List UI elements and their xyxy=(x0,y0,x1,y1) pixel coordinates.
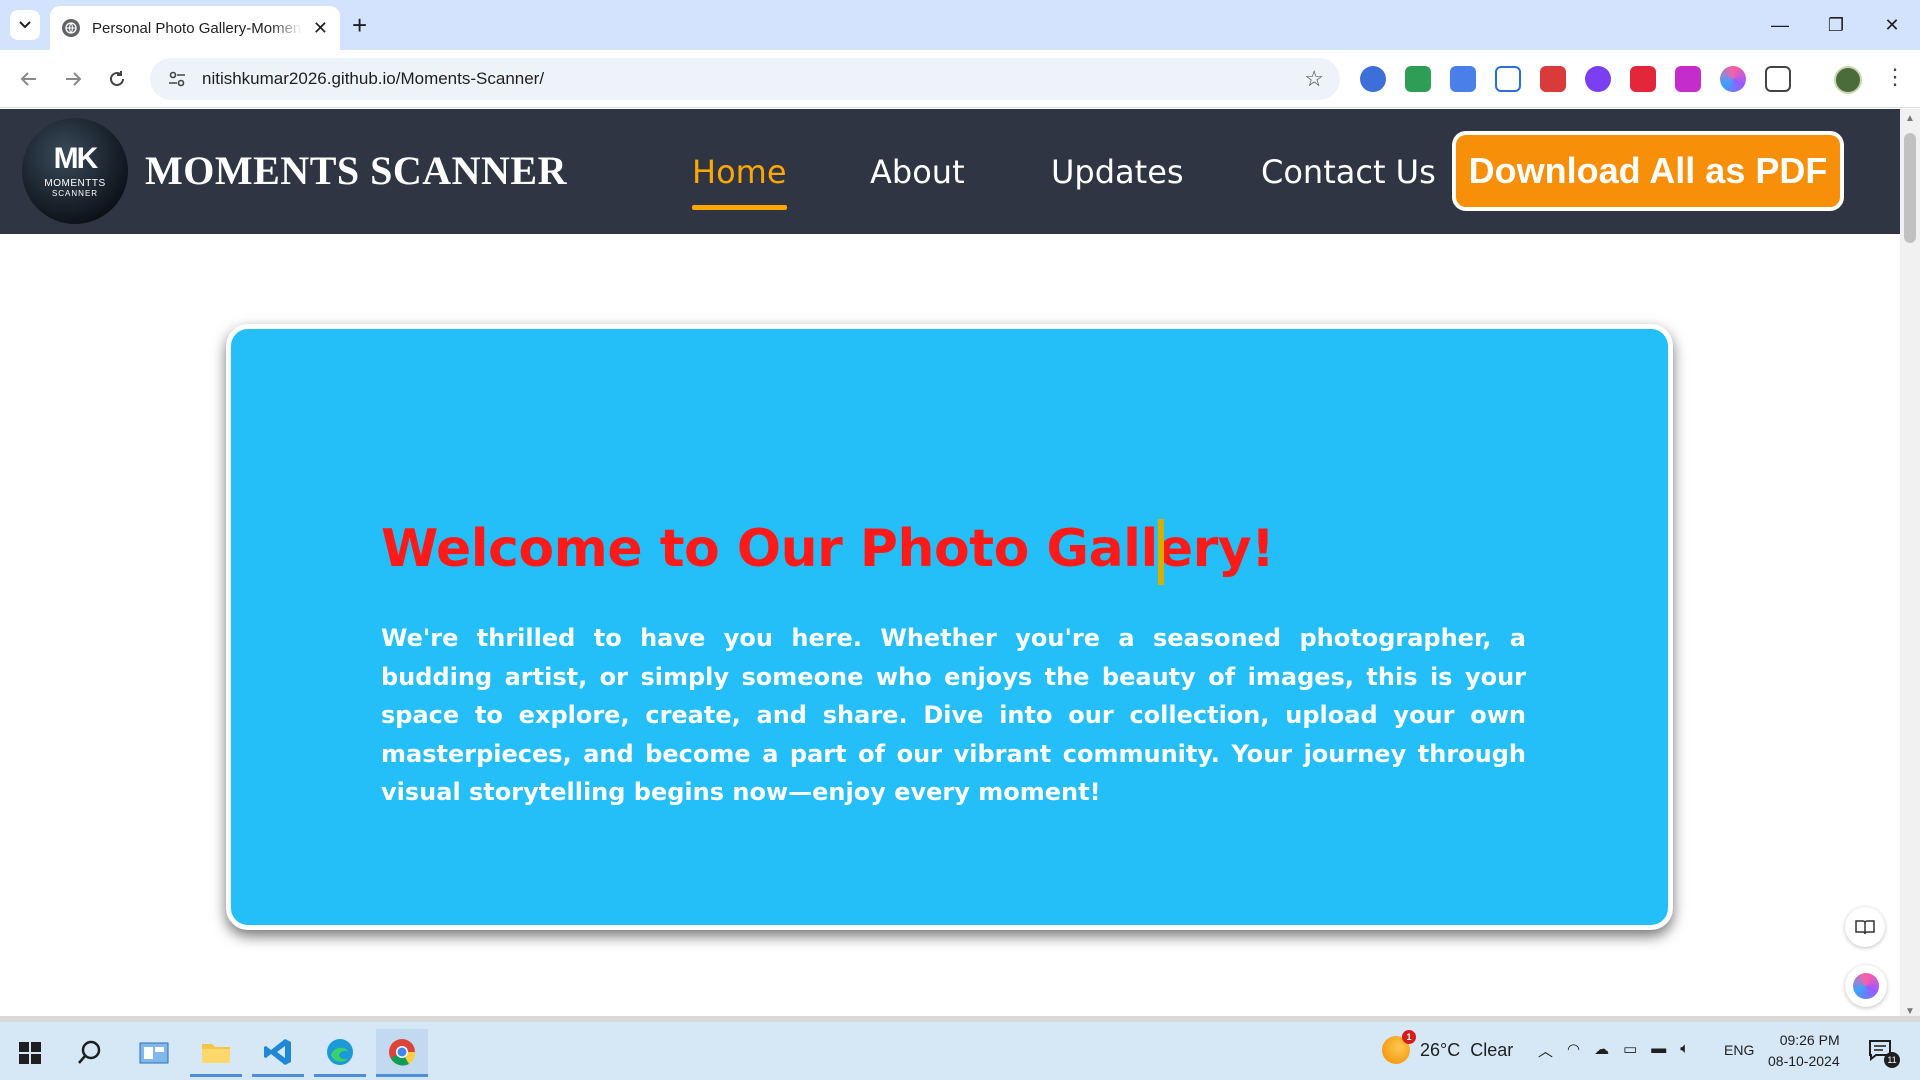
edge-icon xyxy=(327,1038,353,1065)
page-scrollbar[interactable]: ▲ ▼ xyxy=(1900,109,1920,1021)
ai-assistant-icon[interactable] xyxy=(1845,965,1887,1007)
site-name: MOMENTS SCANNER xyxy=(145,148,567,193)
restore-button[interactable]: ❐ xyxy=(1808,0,1864,50)
folder-icon xyxy=(202,1043,230,1063)
start-button[interactable] xyxy=(4,1029,56,1077)
welcome-card: Welcome to Our Photo Gallery! We're thri… xyxy=(226,324,1673,930)
windows-icon xyxy=(19,1042,41,1064)
arrow-right-icon xyxy=(66,72,82,86)
taskbar-clock[interactable]: 09:26 PM 08-10-2024 xyxy=(1768,1030,1840,1072)
weather-temp: 26°C xyxy=(1420,1039,1461,1060)
chrome-button[interactable] xyxy=(376,1029,428,1077)
chrome-icon xyxy=(389,1038,416,1066)
browser-tab[interactable]: Personal Photo Gallery-Moments Scanner ✕ xyxy=(50,6,340,50)
volume-icon[interactable]: 🔈︎ xyxy=(1680,1040,1689,1061)
reload-icon xyxy=(110,71,124,86)
bookmark-star-icon[interactable]: ☆ xyxy=(1304,66,1324,92)
tray-chevron-icon[interactable]: ︿ xyxy=(1538,1040,1553,1061)
site-settings-icon[interactable] xyxy=(166,68,188,90)
tab-search-button[interactable] xyxy=(10,10,40,40)
windows-taskbar: 1 26°C Clear ︿ ◠ ☁ ▭ ▬ 🔈︎ ENG 09:26 PM 0… xyxy=(0,1022,1920,1080)
browser-toolbar: nitishkumar2026.github.io/Moments-Scanne… xyxy=(0,50,1920,108)
notification-count-badge: 11 xyxy=(1884,1052,1900,1068)
site-header: MK MOMENTTS SCANNER MOMENTS SCANNER Home… xyxy=(0,109,1900,234)
extensions-row xyxy=(1360,66,1791,92)
battery-icon[interactable]: ▬ xyxy=(1651,1040,1666,1061)
typing-caret xyxy=(1158,519,1164,585)
file-explorer-button[interactable] xyxy=(190,1029,242,1077)
back-button[interactable] xyxy=(12,62,46,96)
minimize-button[interactable]: — xyxy=(1752,0,1808,50)
logo-text: MOMENTTS xyxy=(44,178,106,189)
nav-about[interactable]: About xyxy=(870,153,965,191)
window-controls: — ❐ ✕ xyxy=(1752,0,1920,50)
close-window-button[interactable]: ✕ xyxy=(1864,0,1920,50)
vscode-button[interactable] xyxy=(252,1029,304,1077)
clock-date: 08-10-2024 xyxy=(1768,1053,1840,1069)
clock-time: 09:26 PM xyxy=(1779,1032,1840,1048)
wifi-icon[interactable]: ◠ xyxy=(1567,1040,1580,1061)
download-extension-icon[interactable] xyxy=(1675,66,1701,92)
onedrive-icon[interactable]: ☁ xyxy=(1594,1040,1609,1061)
search-button[interactable] xyxy=(64,1029,116,1077)
hero-description: We're thrilled to have you here. Whether… xyxy=(381,624,1526,806)
extension-icon[interactable] xyxy=(1630,66,1656,92)
extension-icon[interactable] xyxy=(1585,66,1611,92)
extension-icon[interactable] xyxy=(1360,66,1386,92)
tab-close-icon[interactable]: ✕ xyxy=(313,18,328,39)
puzzle-icon[interactable] xyxy=(1765,66,1791,92)
download-pdf-button[interactable]: Download All as PDF xyxy=(1452,131,1844,211)
reading-mode-icon[interactable] xyxy=(1845,907,1885,947)
reload-button[interactable] xyxy=(100,62,134,96)
nav-updates[interactable]: Updates xyxy=(1051,153,1184,191)
profile-avatar[interactable] xyxy=(1834,66,1862,94)
new-tab-button[interactable]: + xyxy=(352,10,367,40)
page-viewport: MK MOMENTTS SCANNER MOMENTS SCANNER Home… xyxy=(0,109,1900,1021)
address-bar[interactable]: nitishkumar2026.github.io/Moments-Scanne… xyxy=(150,58,1340,100)
browser-tabstrip: Personal Photo Gallery-Moments Scanner ✕… xyxy=(0,0,1920,50)
weather-alert-badge: 1 xyxy=(1402,1030,1416,1044)
task-view-button[interactable] xyxy=(128,1029,180,1077)
extension-icon[interactable] xyxy=(1495,66,1521,92)
globe-icon xyxy=(62,19,80,37)
vscode-icon xyxy=(264,1038,291,1065)
translate-icon[interactable] xyxy=(1450,66,1476,92)
nav-home[interactable]: Home xyxy=(692,153,787,210)
site-logo[interactable]: MK MOMENTTS SCANNER xyxy=(22,118,128,224)
ai-extension-icon[interactable] xyxy=(1720,66,1746,92)
arrow-left-icon xyxy=(20,72,36,86)
scroll-thumb[interactable] xyxy=(1904,133,1916,243)
language-indicator[interactable]: ENG xyxy=(1724,1042,1754,1058)
search-icon xyxy=(78,1040,101,1064)
weather-widget[interactable]: 1 26°C Clear xyxy=(1382,1030,1514,1064)
forward-button[interactable] xyxy=(56,62,90,96)
notification-center-button[interactable]: 11 xyxy=(1866,1036,1900,1068)
nav-contact[interactable]: Contact Us xyxy=(1261,153,1436,191)
extension-icon[interactable] xyxy=(1405,66,1431,92)
tab-title: Personal Photo Gallery-Moments Scanner xyxy=(92,19,302,37)
edge-button[interactable] xyxy=(314,1029,366,1077)
extension-icon[interactable] xyxy=(1540,66,1566,92)
scroll-up-icon[interactable]: ▲ xyxy=(1905,113,1915,124)
weather-moon-icon: 1 xyxy=(1382,1030,1416,1064)
hero-title: Welcome to Our Photo Gallery! xyxy=(381,519,1275,579)
weather-desc: Clear xyxy=(1470,1039,1514,1060)
system-tray: ︿ ◠ ☁ ▭ ▬ 🔈︎ xyxy=(1538,1040,1689,1061)
more-menu-icon[interactable]: ⋮ xyxy=(1884,64,1906,90)
chevron-down-icon xyxy=(19,21,31,29)
url-text: nitishkumar2026.github.io/Moments-Scanne… xyxy=(202,69,545,88)
logo-mark: MK xyxy=(53,142,99,175)
task-view-icon xyxy=(139,1042,169,1064)
meet-now-icon[interactable]: ▭ xyxy=(1623,1040,1637,1061)
logo-subtext: SCANNER xyxy=(51,189,99,198)
